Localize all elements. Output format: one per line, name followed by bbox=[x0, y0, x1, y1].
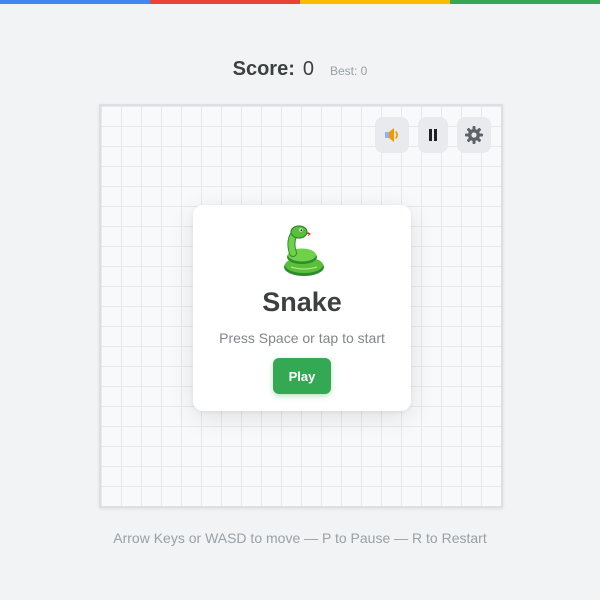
controls-help-text: Arrow Keys or WASD to move — P to Pause … bbox=[113, 530, 487, 546]
snake-emoji bbox=[284, 225, 324, 276]
accent-red bbox=[150, 0, 300, 4]
game-board[interactable]: Snake Press Space or tap to start Play bbox=[99, 104, 503, 508]
score-display: Score: 0 Best: 0 bbox=[0, 58, 600, 81]
start-overlay: Snake Press Space or tap to start Play bbox=[193, 205, 411, 411]
color-accent-bar bbox=[0, 0, 600, 4]
accent-blue bbox=[0, 0, 150, 4]
start-instructions: Press Space or tap to start bbox=[219, 330, 385, 346]
speaker-icon bbox=[385, 128, 399, 142]
accent-green bbox=[450, 0, 600, 4]
play-button[interactable]: Play bbox=[273, 358, 331, 394]
sound-button[interactable] bbox=[375, 117, 409, 153]
game-title: Snake bbox=[262, 287, 342, 317]
pause-button[interactable] bbox=[418, 117, 448, 153]
score-label: Score: bbox=[232, 58, 295, 80]
gear-icon bbox=[465, 126, 483, 144]
snake-game-page: Score: 0 Best: 0 Snake Press Space or ta… bbox=[0, 0, 600, 600]
score-value: 0 bbox=[302, 58, 314, 80]
pause-icon bbox=[429, 129, 437, 141]
best-score: Best: 0 bbox=[330, 64, 368, 78]
accent-yellow bbox=[300, 0, 450, 4]
settings-button[interactable] bbox=[457, 117, 491, 153]
